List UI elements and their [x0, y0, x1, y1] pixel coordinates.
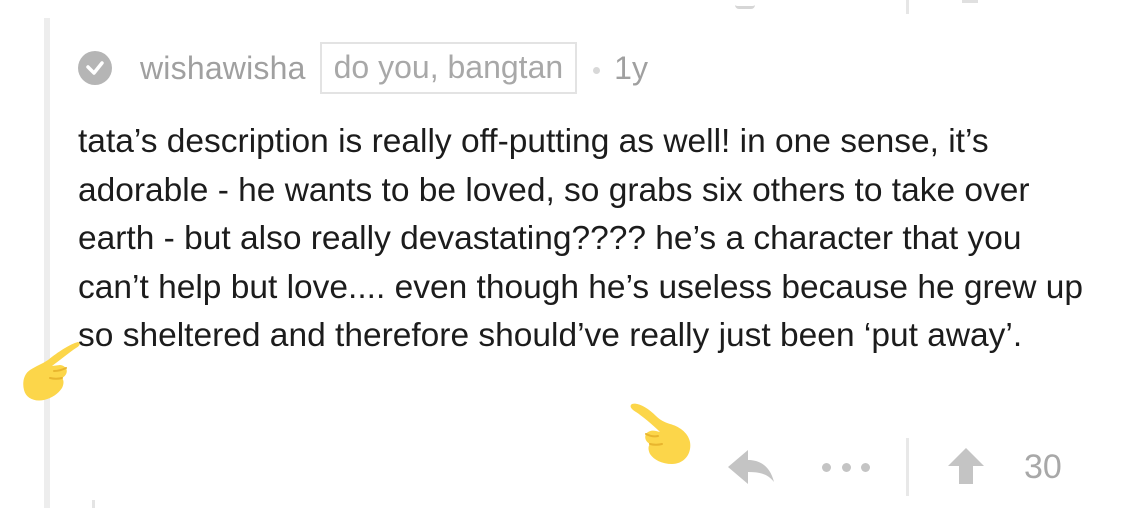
comment-screen: wishawisha do you, bangtan 1y tata’s des… [0, 0, 1124, 508]
comment-body: tata’s description is really off-putting… [78, 123, 1084, 354]
pointing-hand-emoji-right [630, 403, 691, 464]
more-dot [822, 462, 831, 472]
more-options-icon[interactable] [822, 460, 870, 474]
action-divider [906, 438, 909, 496]
reply-arrow-icon[interactable] [726, 448, 776, 486]
meta-separator-dot [593, 66, 601, 74]
user-flair: do you, bangtan [319, 42, 578, 94]
username[interactable]: wishawisha [140, 50, 306, 87]
check-circle-icon[interactable] [78, 51, 112, 85]
vote-score: 30 [1024, 448, 1062, 486]
previous-reply-icon-fragment [735, 0, 755, 9]
previous-action-divider [906, 0, 909, 14]
comment-header: wishawisha do you, bangtan 1y [78, 40, 648, 96]
previous-action-fragment [962, 0, 978, 3]
comment-timestamp: 1y [614, 49, 648, 86]
more-dot [841, 462, 851, 472]
thread-guide-line[interactable] [44, 18, 50, 508]
pointing-hand-emoji-left [23, 342, 80, 401]
more-dot [861, 462, 870, 472]
next-item-fragment [92, 500, 95, 508]
upvote-arrow-icon[interactable] [946, 446, 986, 486]
